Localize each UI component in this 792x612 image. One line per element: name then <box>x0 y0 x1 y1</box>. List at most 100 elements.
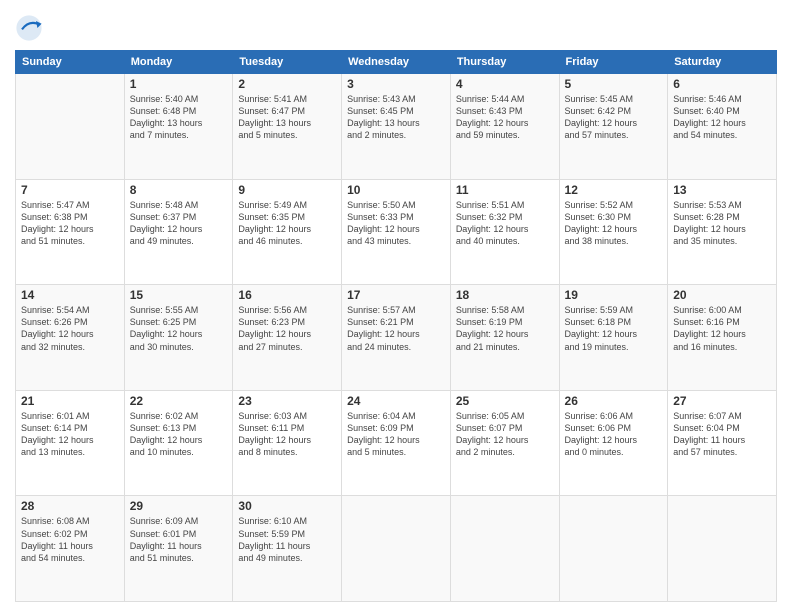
day-number: 26 <box>565 394 663 408</box>
header <box>15 10 777 42</box>
calendar-table: Sunday Monday Tuesday Wednesday Thursday… <box>15 50 777 602</box>
day-number: 5 <box>565 77 663 91</box>
table-row: 6 Sunrise: 5:46 AM Sunset: 6:40 PM Daylig… <box>668 74 777 180</box>
table-row: 12 Sunrise: 5:52 AM Sunset: 6:30 PM Dayli… <box>559 179 668 285</box>
day-number: 2 <box>238 77 336 91</box>
table-row: 24 Sunrise: 6:04 AM Sunset: 6:09 PM Dayli… <box>342 390 451 496</box>
day-info: Sunrise: 6:10 AM Sunset: 5:59 PM Dayligh… <box>238 515 336 564</box>
logo <box>15 14 48 42</box>
table-row: 13 Sunrise: 5:53 AM Sunset: 6:28 PM Dayli… <box>668 179 777 285</box>
table-row: 25 Sunrise: 6:05 AM Sunset: 6:07 PM Dayli… <box>450 390 559 496</box>
table-row: 17 Sunrise: 5:57 AM Sunset: 6:21 PM Dayli… <box>342 285 451 391</box>
day-number: 27 <box>673 394 771 408</box>
day-info: Sunrise: 5:59 AM Sunset: 6:18 PM Dayligh… <box>565 304 663 353</box>
table-row: 30 Sunrise: 6:10 AM Sunset: 5:59 PM Dayli… <box>233 496 342 602</box>
day-number: 8 <box>130 183 228 197</box>
day-number: 1 <box>130 77 228 91</box>
day-number: 20 <box>673 288 771 302</box>
day-info: Sunrise: 6:09 AM Sunset: 6:01 PM Dayligh… <box>130 515 228 564</box>
week-row: 28 Sunrise: 6:08 AM Sunset: 6:02 PM Dayli… <box>16 496 777 602</box>
day-number: 4 <box>456 77 554 91</box>
table-row: 22 Sunrise: 6:02 AM Sunset: 6:13 PM Dayli… <box>124 390 233 496</box>
day-number: 3 <box>347 77 445 91</box>
day-info: Sunrise: 5:58 AM Sunset: 6:19 PM Dayligh… <box>456 304 554 353</box>
day-info: Sunrise: 5:40 AM Sunset: 6:48 PM Dayligh… <box>130 93 228 142</box>
day-info: Sunrise: 6:03 AM Sunset: 6:11 PM Dayligh… <box>238 410 336 459</box>
day-info: Sunrise: 5:52 AM Sunset: 6:30 PM Dayligh… <box>565 199 663 248</box>
day-info: Sunrise: 6:02 AM Sunset: 6:13 PM Dayligh… <box>130 410 228 459</box>
table-row: 8Sunrise: 5:48 AM Sunset: 6:37 PM Daylig… <box>124 179 233 285</box>
table-row: 26 Sunrise: 6:06 AM Sunset: 6:06 PM Dayli… <box>559 390 668 496</box>
table-row: 2Sunrise: 5:41 AM Sunset: 6:47 PM Daylig… <box>233 74 342 180</box>
day-info: Sunrise: 6:08 AM Sunset: 6:02 PM Dayligh… <box>21 515 119 564</box>
table-row: 29 Sunrise: 6:09 AM Sunset: 6:01 PM Dayli… <box>124 496 233 602</box>
day-number: 11 <box>456 183 554 197</box>
table-row: 4 Sunrise: 5:44 AM Sunset: 6:43 PM Daylig… <box>450 74 559 180</box>
logo-icon <box>15 14 43 42</box>
day-number: 12 <box>565 183 663 197</box>
day-number: 29 <box>130 499 228 513</box>
day-info: Sunrise: 5:55 AM Sunset: 6:25 PM Dayligh… <box>130 304 228 353</box>
day-info: Sunrise: 6:00 AM Sunset: 6:16 PM Dayligh… <box>673 304 771 353</box>
day-info: Sunrise: 5:49 AM Sunset: 6:35 PM Dayligh… <box>238 199 336 248</box>
day-info: Sunrise: 5:53 AM Sunset: 6:28 PM Dayligh… <box>673 199 771 248</box>
day-number: 22 <box>130 394 228 408</box>
table-row: 18 Sunrise: 5:58 AM Sunset: 6:19 PM Dayli… <box>450 285 559 391</box>
day-number: 13 <box>673 183 771 197</box>
day-number: 9 <box>238 183 336 197</box>
day-number: 16 <box>238 288 336 302</box>
table-row: 28 Sunrise: 6:08 AM Sunset: 6:02 PM Dayli… <box>16 496 125 602</box>
table-row: 14 Sunrise: 5:54 AM Sunset: 6:26 PM Dayli… <box>16 285 125 391</box>
day-info: Sunrise: 6:05 AM Sunset: 6:07 PM Dayligh… <box>456 410 554 459</box>
day-info: Sunrise: 5:50 AM Sunset: 6:33 PM Dayligh… <box>347 199 445 248</box>
day-number: 17 <box>347 288 445 302</box>
day-info: Sunrise: 5:56 AM Sunset: 6:23 PM Dayligh… <box>238 304 336 353</box>
day-info: Sunrise: 5:51 AM Sunset: 6:32 PM Dayligh… <box>456 199 554 248</box>
day-number: 23 <box>238 394 336 408</box>
day-number: 18 <box>456 288 554 302</box>
day-info: Sunrise: 5:43 AM Sunset: 6:45 PM Dayligh… <box>347 93 445 142</box>
col-saturday: Saturday <box>668 51 777 74</box>
table-row: 19 Sunrise: 5:59 AM Sunset: 6:18 PM Dayli… <box>559 285 668 391</box>
table-row: 16 Sunrise: 5:56 AM Sunset: 6:23 PM Dayli… <box>233 285 342 391</box>
col-wednesday: Wednesday <box>342 51 451 74</box>
day-info: Sunrise: 5:54 AM Sunset: 6:26 PM Dayligh… <box>21 304 119 353</box>
table-row: 27Sunrise: 6:07 AM Sunset: 6:04 PM Dayli… <box>668 390 777 496</box>
week-row: 7Sunrise: 5:47 AM Sunset: 6:38 PM Daylig… <box>16 179 777 285</box>
table-row: 23 Sunrise: 6:03 AM Sunset: 6:11 PM Dayli… <box>233 390 342 496</box>
day-info: Sunrise: 6:04 AM Sunset: 6:09 PM Dayligh… <box>347 410 445 459</box>
day-number: 14 <box>21 288 119 302</box>
day-number: 21 <box>21 394 119 408</box>
day-number: 28 <box>21 499 119 513</box>
day-info: Sunrise: 6:06 AM Sunset: 6:06 PM Dayligh… <box>565 410 663 459</box>
calendar-body: 1 Sunrise: 5:40 AM Sunset: 6:48 PM Daylig… <box>16 74 777 602</box>
table-row: 10 Sunrise: 5:50 AM Sunset: 6:33 PM Dayli… <box>342 179 451 285</box>
day-number: 15 <box>130 288 228 302</box>
table-row <box>668 496 777 602</box>
table-row: 20 Sunrise: 6:00 AM Sunset: 6:16 PM Dayli… <box>668 285 777 391</box>
table-row: 21 Sunrise: 6:01 AM Sunset: 6:14 PM Dayli… <box>16 390 125 496</box>
day-number: 19 <box>565 288 663 302</box>
table-row: 1 Sunrise: 5:40 AM Sunset: 6:48 PM Daylig… <box>124 74 233 180</box>
table-row <box>559 496 668 602</box>
table-row <box>450 496 559 602</box>
week-row: 1 Sunrise: 5:40 AM Sunset: 6:48 PM Daylig… <box>16 74 777 180</box>
day-number: 25 <box>456 394 554 408</box>
day-number: 30 <box>238 499 336 513</box>
day-info: Sunrise: 5:44 AM Sunset: 6:43 PM Dayligh… <box>456 93 554 142</box>
col-tuesday: Tuesday <box>233 51 342 74</box>
day-info: Sunrise: 5:45 AM Sunset: 6:42 PM Dayligh… <box>565 93 663 142</box>
page: Sunday Monday Tuesday Wednesday Thursday… <box>0 0 792 612</box>
col-friday: Friday <box>559 51 668 74</box>
day-number: 10 <box>347 183 445 197</box>
table-row: 5 Sunrise: 5:45 AM Sunset: 6:42 PM Daylig… <box>559 74 668 180</box>
col-monday: Monday <box>124 51 233 74</box>
day-info: Sunrise: 6:01 AM Sunset: 6:14 PM Dayligh… <box>21 410 119 459</box>
table-row: 11 Sunrise: 5:51 AM Sunset: 6:32 PM Dayli… <box>450 179 559 285</box>
day-info: Sunrise: 5:47 AM Sunset: 6:38 PM Dayligh… <box>21 199 119 248</box>
day-info: Sunrise: 5:46 AM Sunset: 6:40 PM Dayligh… <box>673 93 771 142</box>
day-info: Sunrise: 5:57 AM Sunset: 6:21 PM Dayligh… <box>347 304 445 353</box>
week-row: 21 Sunrise: 6:01 AM Sunset: 6:14 PM Dayli… <box>16 390 777 496</box>
day-number: 6 <box>673 77 771 91</box>
day-number: 24 <box>347 394 445 408</box>
